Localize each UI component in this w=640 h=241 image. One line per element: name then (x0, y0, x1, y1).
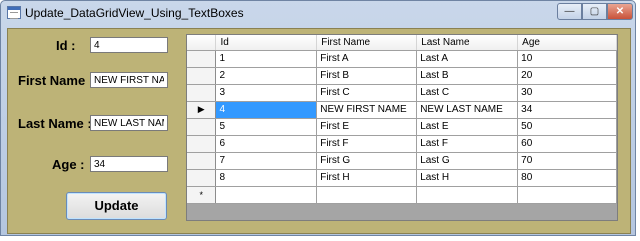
new-cell-first-name[interactable] (316, 186, 418, 204)
title-bar[interactable]: Update_DataGridView_Using_TextBoxes — ▢ … (1, 1, 635, 27)
cell-id[interactable]: 6 (215, 135, 318, 153)
cell-last-name[interactable]: Last B (416, 67, 519, 85)
new-row[interactable]: * (187, 186, 617, 204)
table-row[interactable]: 1 First A Last A 10 (187, 50, 617, 68)
cell-first-name[interactable]: First G (316, 152, 418, 170)
form-icon (7, 6, 21, 19)
column-header-id[interactable]: Id (215, 35, 318, 51)
app-window: Update_DataGridView_Using_TextBoxes — ▢ … (0, 0, 636, 236)
maximize-button[interactable]: ▢ (582, 3, 607, 20)
cell-first-name[interactable]: First H (316, 169, 418, 187)
cell-last-name[interactable]: Last G (416, 152, 519, 170)
cell-last-name[interactable]: Last F (416, 135, 519, 153)
row-header-cell[interactable] (187, 118, 217, 136)
grid-table: Id First Name Last Name Age 1 First A La… (187, 35, 617, 204)
last-name-input[interactable] (90, 115, 168, 131)
id-input[interactable] (90, 37, 168, 53)
cell-first-name[interactable]: First C (316, 84, 418, 102)
row-header-cell[interactable] (187, 67, 217, 85)
row-header-cell[interactable] (187, 50, 217, 68)
row-header-cell[interactable] (187, 135, 217, 153)
cell-first-name[interactable]: NEW FIRST NAME (316, 101, 418, 119)
table-row[interactable]: 8 First H Last H 80 (187, 169, 617, 187)
cell-first-name[interactable]: First B (316, 67, 418, 85)
cell-age[interactable]: 80 (517, 169, 617, 187)
cell-age[interactable]: 50 (517, 118, 617, 136)
cell-first-name[interactable]: First F (316, 135, 418, 153)
grid-header-row: Id First Name Last Name Age (187, 35, 617, 51)
cell-id[interactable]: 1 (215, 50, 318, 68)
cell-id[interactable]: 5 (215, 118, 318, 136)
cell-first-name[interactable]: First E (316, 118, 418, 136)
cell-id-selected[interactable]: 4 (215, 101, 318, 119)
new-cell-age[interactable] (517, 186, 617, 204)
cell-last-name[interactable]: Last H (416, 169, 519, 187)
first-name-label: First Name : (18, 73, 94, 88)
new-cell-id[interactable] (215, 186, 318, 204)
cell-age[interactable]: 20 (517, 67, 617, 85)
last-name-label: Last Name : (18, 116, 92, 131)
row-header-cell[interactable] (187, 169, 217, 187)
cell-id[interactable]: 2 (215, 67, 318, 85)
cell-age[interactable]: 34 (517, 101, 617, 119)
update-button[interactable]: Update (66, 192, 167, 220)
table-row[interactable]: 3 First C Last C 30 (187, 84, 617, 102)
cell-age[interactable]: 70 (517, 152, 617, 170)
column-header-first-name[interactable]: First Name (316, 35, 418, 51)
age-label: Age : (52, 157, 85, 172)
close-button[interactable]: ✕ (607, 3, 633, 20)
table-row-selected[interactable]: ▶ 4 NEW FIRST NAME NEW LAST NAME 34 (187, 101, 617, 119)
row-header-cell[interactable] (187, 152, 217, 170)
new-cell-last-name[interactable] (416, 186, 519, 204)
new-row-indicator-icon[interactable]: * (187, 186, 217, 204)
cell-id[interactable]: 3 (215, 84, 318, 102)
cell-id[interactable]: 7 (215, 152, 318, 170)
cell-last-name[interactable]: NEW LAST NAME (416, 101, 519, 119)
first-name-input[interactable] (90, 72, 168, 88)
row-header-cell[interactable] (187, 84, 217, 102)
data-grid-view[interactable]: Id First Name Last Name Age 1 First A La… (186, 34, 618, 221)
cell-last-name[interactable]: Last C (416, 84, 519, 102)
cell-last-name[interactable]: Last E (416, 118, 519, 136)
table-row[interactable]: 5 First E Last E 50 (187, 118, 617, 136)
cell-id[interactable]: 8 (215, 169, 318, 187)
table-row[interactable]: 2 First B Last B 20 (187, 67, 617, 85)
table-row[interactable]: 6 First F Last F 60 (187, 135, 617, 153)
table-row[interactable]: 7 First G Last G 70 (187, 152, 617, 170)
cell-age[interactable]: 60 (517, 135, 617, 153)
current-row-indicator-icon[interactable]: ▶ (187, 101, 217, 119)
cell-age[interactable]: 10 (517, 50, 617, 68)
column-header-age[interactable]: Age (517, 35, 617, 51)
cell-age[interactable]: 30 (517, 84, 617, 102)
column-header-last-name[interactable]: Last Name (416, 35, 519, 51)
window-title: Update_DataGridView_Using_TextBoxes (25, 6, 244, 20)
age-input[interactable] (90, 156, 168, 172)
minimize-button[interactable]: — (557, 3, 582, 20)
top-left-header-cell[interactable] (187, 35, 217, 51)
cell-last-name[interactable]: Last A (416, 50, 519, 68)
cell-first-name[interactable]: First A (316, 50, 418, 68)
form-client-area: Id : First Name : Last Name : Age : Upda… (7, 28, 631, 234)
id-label: Id : (56, 38, 76, 53)
